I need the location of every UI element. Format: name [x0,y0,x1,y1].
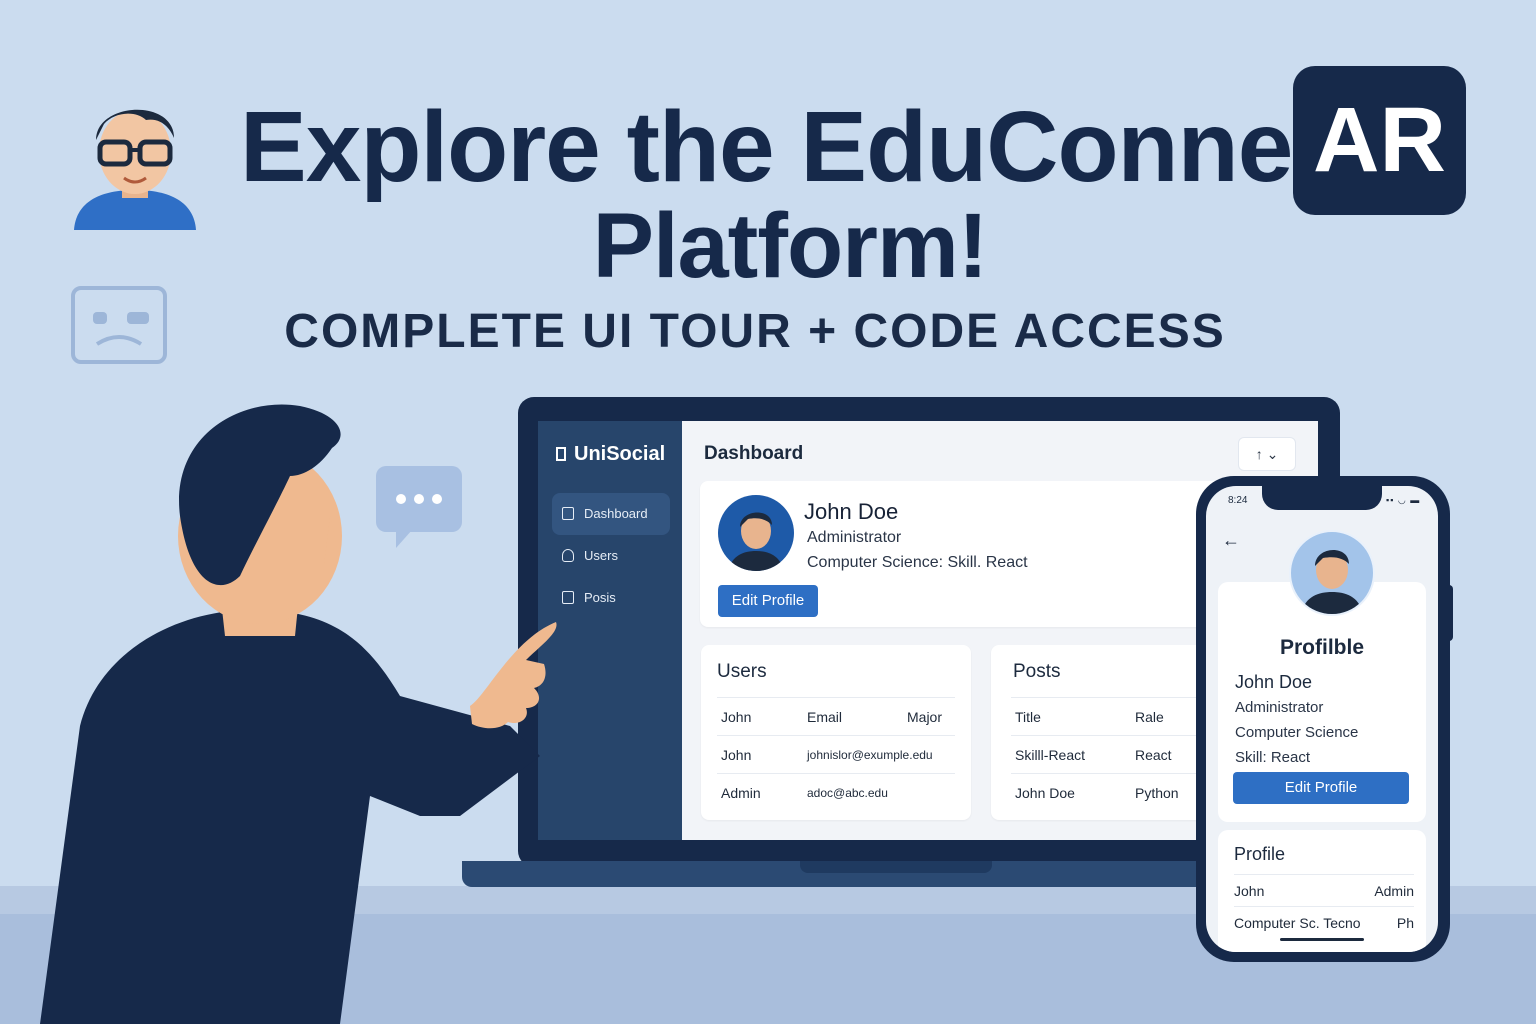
table-cell: React [1135,747,1172,763]
profile-role: Administrator [807,529,902,546]
sidebar-item-posts[interactable]: Posis [552,577,670,619]
table-cell: Major [907,709,943,725]
table-row[interactable]: Skilll-React React [1011,735,1211,773]
profile-details: Computer Science: Skill. React [807,554,1028,571]
sidebar-item-label: Posis [584,590,616,605]
phone-profile-table: Profile John Admin Computer Sc. Tecno Ph [1218,830,1426,952]
phone-notch [1262,486,1382,510]
brand[interactable]: UniSocial [556,443,686,471]
table-cell: Ph [1396,915,1414,931]
profile-skill: Skill: React [1235,749,1311,766]
brand-name: UniSocial [574,443,666,465]
card-title: Users [717,661,767,682]
table-cell: Rale [1135,709,1164,725]
card-title: Posts [1013,661,1061,682]
home-indicator [1280,938,1364,941]
user-icon [562,549,574,562]
sidebar-item-users[interactable]: Users [552,535,670,577]
profile-major: Computer Science [1235,724,1359,741]
placeholder-face-icon [71,286,167,364]
sidebar-item-label: Users [584,548,618,563]
smartphone: 8:24 ▪▪ ◡ ▬ ← Profilble John Doe Adminis… [1196,476,1450,962]
edit-profile-button[interactable]: Edit Profile [718,585,818,617]
table-cell: Title [1015,709,1041,725]
document-icon [562,507,574,520]
table-cell: johnislor@exumple.edu [807,748,933,762]
table-row[interactable]: John johnislor@exumple.edu [717,735,955,773]
profile-name: John Doe [1235,672,1313,692]
table-row[interactable]: John Email Major [717,697,955,735]
headline-line-2: Platform! [592,195,989,297]
table-row[interactable]: Computer Sc. Tecno Ph [1234,906,1414,938]
card-title: Profile [1234,844,1286,864]
laptop-notch [800,861,992,873]
table-cell: adoc@abc.edu [807,786,888,800]
table-cell: Skilll-React [1015,747,1086,763]
page-title: Dashboard [704,443,804,464]
edit-profile-button[interactable]: Edit Profile [1233,772,1409,804]
table-cell: Email [807,709,843,725]
ar-badge: AR [1293,66,1466,215]
table-cell: Admin [721,785,761,801]
table-row[interactable]: John Doe Python [1011,773,1211,811]
table-cell: John [721,747,752,763]
presenter-illustration [40,404,557,1024]
sidebar-item-label: Dashboard [584,506,648,521]
profile-name: John Doe [804,499,899,524]
table-cell: John [1234,883,1265,899]
profile-role: Administrator [1235,699,1324,716]
avatar [718,495,794,571]
subtitle: COMPLETE UI TOUR + CODE ACCESS [284,305,1226,358]
back-arrow-icon[interactable]: ← [1222,530,1240,551]
status-icons: ▪▪ ◡ ▬ [1386,495,1421,505]
list-icon [562,591,574,604]
table-cell: John [721,709,752,725]
table-cell: Admin [1374,883,1414,899]
sort-dropdown[interactable]: ↑ ⌄ [1238,437,1296,471]
table-cell: Python [1135,785,1179,801]
table-row[interactable]: Title Rale [1011,697,1211,735]
profile-card: John Doe Administrator Computer Science:… [700,481,1220,627]
table-row[interactable]: John Admin [1234,874,1414,906]
users-card: Users John Email Major John johnislor@ex… [701,645,971,820]
phone-screen: 8:24 ▪▪ ◡ ▬ ← Profilble John Doe Adminis… [1206,486,1438,952]
avatar [1289,530,1375,616]
phone-heading: Profilble [1279,636,1364,659]
table-cell: John Doe [1015,785,1075,801]
status-time: 8:24 [1228,495,1248,506]
table-cell: Computer Sc. Tecno [1234,915,1361,931]
sidebar-item-dashboard[interactable]: Dashboard [552,493,670,535]
headline-line-1: Explore the EduConne [240,92,1290,202]
table-row[interactable]: Admin adoc@abc.edu [717,773,955,811]
posts-card: Posts Title Rale Skilll-React React John… [991,645,1231,820]
